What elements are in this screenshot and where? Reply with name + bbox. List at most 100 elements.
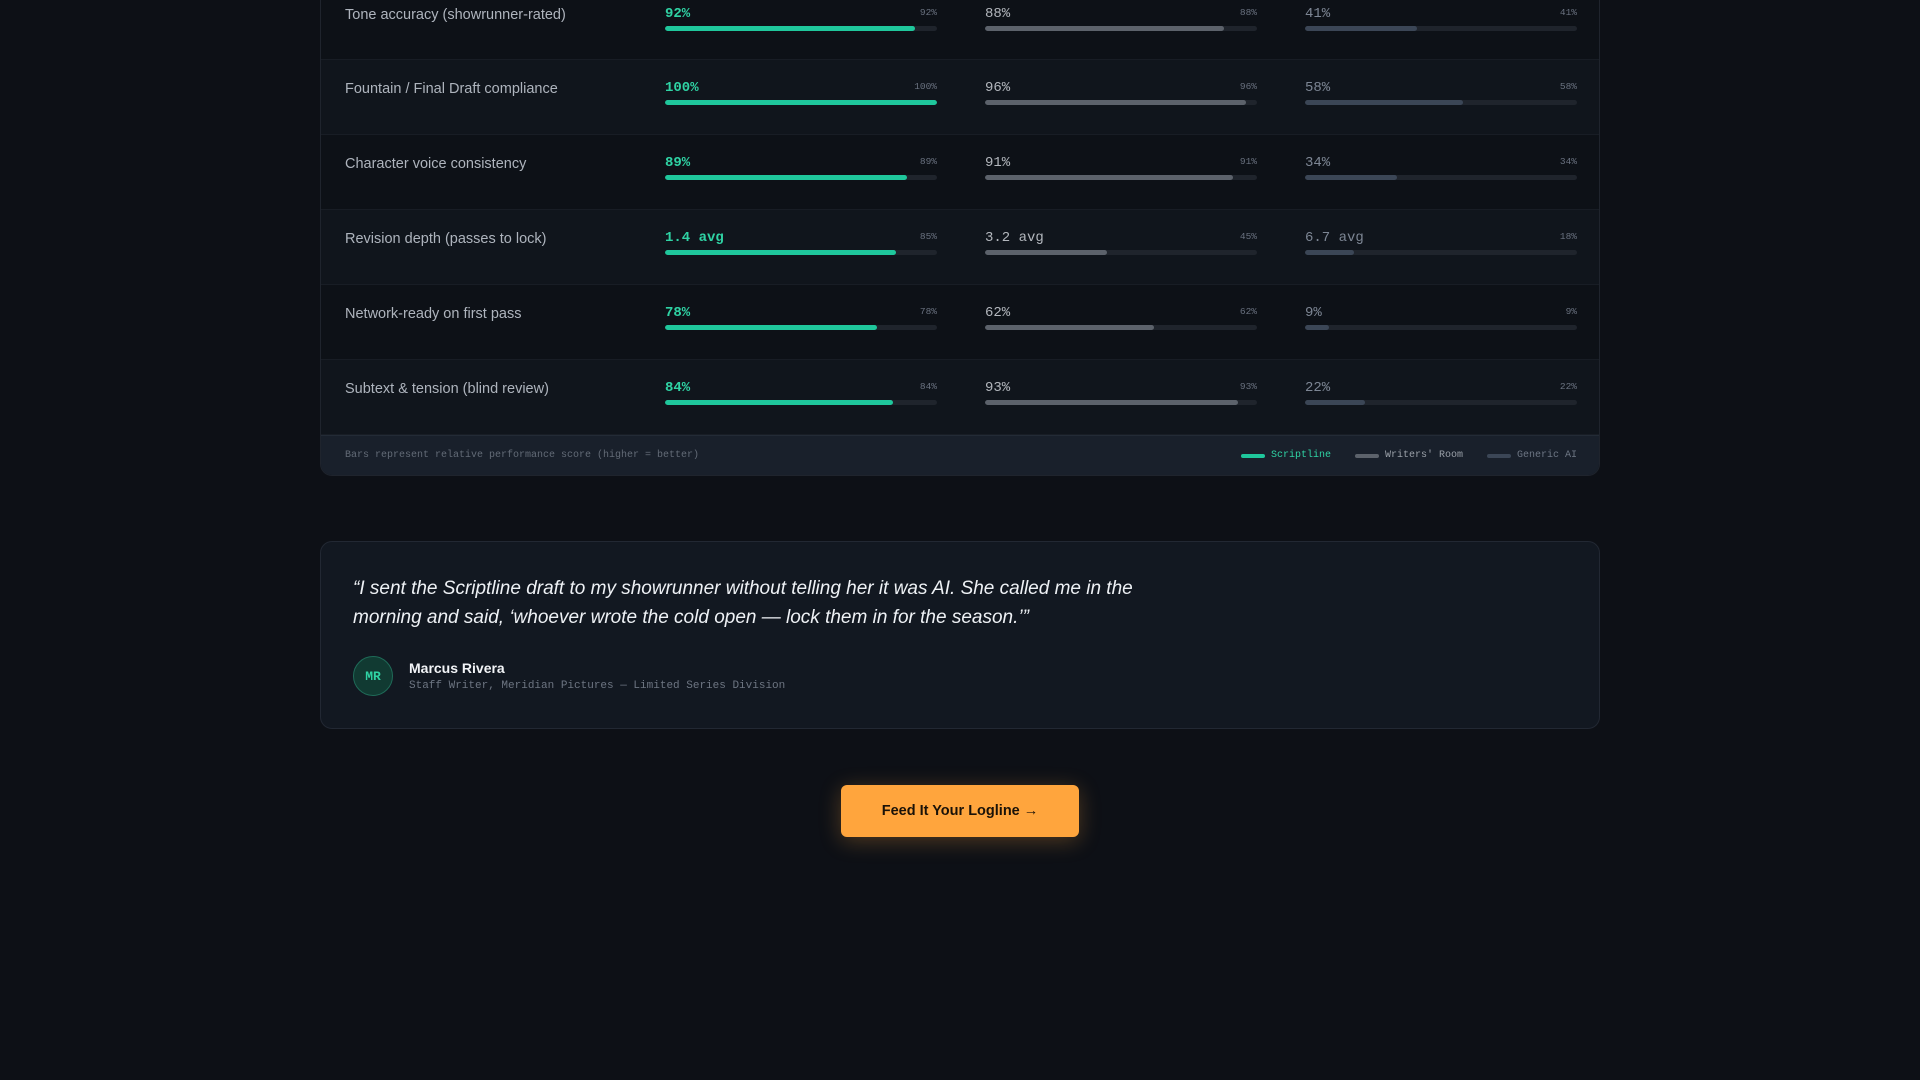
legend-swatch-writers-room: [1354, 453, 1379, 458]
scriptline-bar-track: [665, 26, 937, 31]
generic-ai-cell: 6.7 avg 18%: [1305, 228, 1577, 264]
scriptline-value: 84%: [665, 380, 691, 396]
scriptline-value: 78%: [665, 305, 691, 321]
avatar: MR: [353, 656, 393, 696]
writers-room-cell: 96% 96%: [985, 78, 1257, 114]
generic-ai-bar-track: [1305, 400, 1577, 405]
comparison-table: Tone accuracy (showrunner-rated) 92% 92%…: [320, 0, 1600, 476]
generic-ai-cell: 9% 9%: [1305, 303, 1577, 339]
generic-ai-value: 22%: [1305, 380, 1331, 396]
scriptline-value: 89%: [665, 155, 691, 171]
scriptline-cell: 84% 84%: [665, 378, 937, 414]
writers-room-bar-track: [985, 100, 1257, 105]
writers-room-bar-track: [985, 400, 1257, 405]
scriptline-bar-track: [665, 250, 937, 255]
feed-logline-button[interactable]: Feed It Your Logline →: [841, 785, 1079, 837]
writers-room-bar-track: [985, 175, 1257, 180]
scriptline-score: 100%: [914, 81, 937, 92]
scriptline-score: 92%: [919, 7, 937, 18]
generic-ai-value: 41%: [1305, 6, 1331, 22]
table-row: Revision depth (passes to lock) 1.4 avg …: [321, 210, 1599, 285]
scriptline-bar-track: [665, 100, 937, 105]
table-row: Tone accuracy (showrunner-rated) 92% 92%…: [321, 0, 1599, 60]
generic-ai-bar-track: [1305, 175, 1577, 180]
writers-room-bar: [985, 175, 1233, 180]
generic-ai-score: 22%: [1559, 381, 1577, 392]
scriptline-bar-track: [665, 325, 937, 330]
scriptline-bar-track: [665, 400, 937, 405]
table-row: Character voice consistency 89% 89% 91% …: [321, 135, 1599, 210]
generic-ai-bar: [1305, 175, 1398, 180]
generic-ai-cell: 34% 34%: [1305, 153, 1577, 189]
scriptline-score: 85%: [919, 231, 937, 242]
generic-ai-score: 34%: [1559, 156, 1577, 167]
generic-ai-bar-track: [1305, 100, 1577, 105]
writers-room-cell: 62% 62%: [985, 303, 1257, 339]
generic-ai-score: 41%: [1559, 7, 1577, 18]
table-footer: Bars represent relative performance scor…: [321, 435, 1599, 475]
generic-ai-score: 58%: [1559, 81, 1577, 92]
generic-ai-bar: [1305, 100, 1463, 105]
testimonial-card: “I sent the Scriptline draft to my showr…: [320, 541, 1600, 729]
metric-label: Subtext & tension (blind review): [345, 381, 549, 397]
writers-room-value: 3.2 avg: [985, 230, 1044, 246]
scriptline-bar: [665, 175, 908, 180]
testimonial-quote: “I sent the Scriptline draft to my showr…: [353, 578, 1133, 628]
scriptline-score: 78%: [919, 306, 937, 317]
generic-ai-bar: [1305, 26, 1417, 31]
legend-item-scriptline: Scriptline: [1240, 450, 1331, 461]
table-row: Network-ready on first pass 78% 78% 62% …: [321, 285, 1599, 360]
legend-swatch-scriptline: [1240, 453, 1265, 458]
writers-room-cell: 88% 88%: [985, 4, 1257, 40]
writers-room-bar-track: [985, 26, 1257, 31]
metric-label: Character voice consistency: [345, 156, 527, 172]
writers-room-value: 93%: [985, 380, 1011, 396]
legend: Scriptline Writers' Room Generic AI: [1240, 450, 1577, 461]
scriptline-value: 100%: [665, 80, 699, 96]
scriptline-value: 92%: [665, 6, 691, 22]
legend-item-writers-room: Writers' Room: [1354, 450, 1463, 461]
writers-room-bar: [985, 325, 1154, 330]
scriptline-cell: 92% 92%: [665, 4, 937, 40]
generic-ai-cell: 41% 41%: [1305, 4, 1577, 40]
writers-room-score: 96%: [1239, 81, 1257, 92]
writers-room-score: 45%: [1239, 231, 1257, 242]
writers-room-value: 91%: [985, 155, 1011, 171]
scriptline-cell: 89% 89%: [665, 153, 937, 189]
table-row: Fountain / Final Draft compliance 100% 1…: [321, 60, 1599, 135]
legend-item-generic-ai: Generic AI: [1486, 450, 1577, 461]
writers-room-score: 62%: [1239, 306, 1257, 317]
writers-room-cell: 93% 93%: [985, 378, 1257, 414]
generic-ai-bar-track: [1305, 325, 1577, 330]
generic-ai-score: 18%: [1559, 231, 1577, 242]
legend-label-writers-room: Writers' Room: [1384, 450, 1463, 461]
legend-label-generic-ai: Generic AI: [1516, 450, 1577, 461]
table-row: Subtext & tension (blind review) 84% 84%…: [321, 360, 1599, 435]
generic-ai-value: 6.7 avg: [1305, 230, 1364, 246]
scriptline-cell: 100% 100%: [665, 78, 937, 114]
writers-room-value: 96%: [985, 80, 1011, 96]
metric-label: Fountain / Final Draft compliance: [345, 81, 558, 97]
scriptline-score: 89%: [919, 156, 937, 167]
scriptline-cell: 78% 78%: [665, 303, 937, 339]
scriptline-cell: 1.4 avg 85%: [665, 228, 937, 264]
metric-label: Revision depth (passes to lock): [345, 231, 547, 247]
generic-ai-score: 9%: [1565, 306, 1577, 317]
generic-ai-value: 9%: [1305, 305, 1322, 321]
scriptline-bar: [665, 400, 894, 405]
legend-swatch-generic-ai: [1486, 453, 1511, 458]
writers-room-bar-track: [985, 250, 1257, 255]
writers-room-bar: [985, 26, 1225, 31]
writers-room-value: 62%: [985, 305, 1011, 321]
writers-room-cell: 91% 91%: [985, 153, 1257, 189]
writers-room-bar: [985, 250, 1108, 255]
scriptline-bar: [665, 325, 878, 330]
scriptline-bar: [665, 100, 937, 105]
scriptline-bar: [665, 250, 897, 255]
author-name: Marcus Rivera: [409, 660, 505, 676]
writers-room-value: 88%: [985, 6, 1011, 22]
writers-room-score: 88%: [1239, 7, 1257, 18]
generic-ai-value: 58%: [1305, 80, 1331, 96]
generic-ai-value: 34%: [1305, 155, 1331, 171]
generic-ai-cell: 58% 58%: [1305, 78, 1577, 114]
